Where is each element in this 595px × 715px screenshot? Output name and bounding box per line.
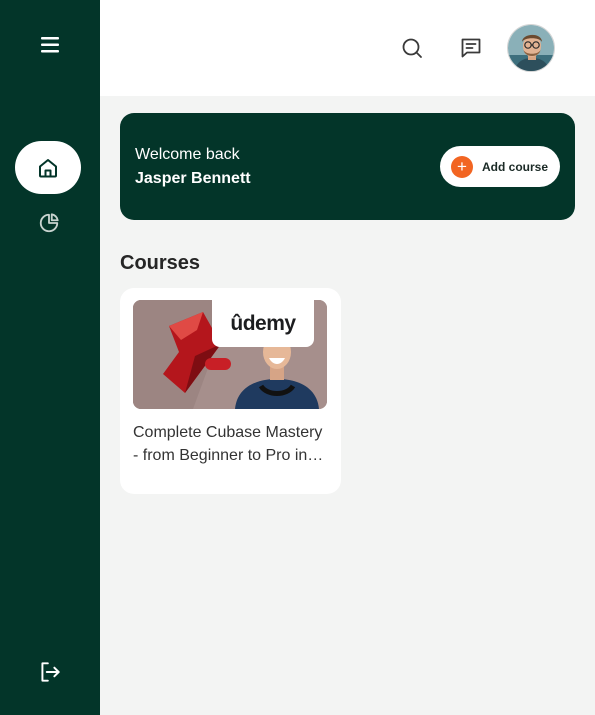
course-card[interactable]: ûdemy Complete Cubase Mastery - from Beg… (120, 288, 341, 494)
search-button[interactable] (400, 36, 424, 60)
add-course-button[interactable]: + Add course (440, 146, 560, 187)
hamburger-icon (41, 37, 59, 53)
nav-analytics[interactable] (36, 210, 62, 236)
plus-icon: + (451, 155, 473, 178)
udemy-logo: ûdemy (212, 300, 314, 347)
provider-name: ûdemy (230, 311, 296, 335)
sidebar (0, 0, 100, 715)
welcome-greeting: Welcome back (135, 146, 240, 163)
course-thumbnail: ûdemy (133, 300, 327, 409)
welcome-banner: Welcome back Jasper Bennett + Add course (120, 113, 575, 220)
courses-heading: Courses (120, 252, 201, 274)
nav-home[interactable] (15, 141, 81, 194)
add-course-label: Add course (482, 159, 549, 174)
user-avatar[interactable] (507, 24, 555, 72)
avatar-image (508, 25, 554, 71)
top-bar (100, 0, 595, 96)
logout-button[interactable] (37, 659, 63, 685)
pie-chart-icon (39, 213, 59, 233)
message-icon (461, 38, 481, 58)
search-icon (402, 38, 422, 58)
menu-button[interactable] (38, 34, 62, 56)
home-icon (39, 158, 57, 177)
course-title: Complete Cubase Mastery - from Beginner … (133, 424, 323, 464)
messages-button[interactable] (459, 36, 483, 60)
user-name: Jasper Bennett (135, 170, 251, 187)
logout-icon (41, 662, 60, 682)
